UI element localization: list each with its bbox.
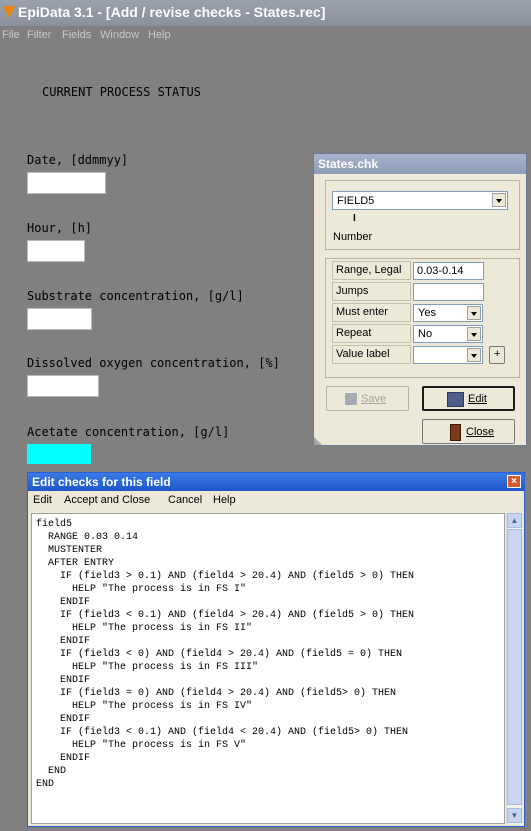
menu-filter[interactable]: Filter	[27, 29, 51, 41]
scroll-down-icon[interactable]: ▼	[507, 808, 522, 823]
form-heading: CURRENT PROCESS STATUS	[42, 85, 201, 99]
repeat-label: Repeat	[336, 327, 372, 339]
field-select-dropdown[interactable]: FIELD5	[332, 191, 508, 210]
jumps-label: Jumps	[336, 285, 369, 297]
acetate-input-active[interactable]	[27, 444, 91, 464]
chevron-down-icon[interactable]	[492, 193, 506, 207]
edit-document-icon	[447, 392, 464, 407]
field-type-marker: I	[353, 213, 356, 224]
value-label-label: Value label	[336, 348, 390, 360]
chevron-down-icon[interactable]	[467, 348, 481, 362]
chevron-down-icon[interactable]	[467, 306, 481, 320]
range-legal-value: 0.03-0.14	[417, 265, 464, 277]
app-title: EpiData 3.1 - [Add / revise checks - Sta…	[18, 4, 326, 20]
check-code-text[interactable]: field5 RANGE 0.03 0.14 MUSTENTER AFTER E…	[36, 518, 414, 791]
menu-file[interactable]: File	[2, 29, 20, 41]
save-label: Save	[361, 393, 387, 405]
states-chk-dialog: States.chk FIELD5 I Number Range, Legal …	[313, 153, 527, 446]
chk-dialog-title: States.chk	[318, 157, 379, 171]
edit-button[interactable]: Edit	[422, 386, 515, 411]
chevron-down-icon[interactable]	[467, 327, 481, 341]
epidata-app-icon[interactable]	[3, 6, 15, 18]
scroll-thumb[interactable]	[507, 529, 522, 805]
editor-vertical-scrollbar[interactable]: ▲ ▼	[506, 513, 522, 824]
plus-icon: +	[494, 348, 501, 360]
menu-accept-and-close[interactable]: Accept and Close	[64, 494, 150, 506]
resize-grip-icon[interactable]	[314, 437, 322, 445]
floppy-disk-icon	[345, 393, 357, 405]
value-label-select[interactable]	[413, 346, 483, 364]
field-type-label: Number	[333, 231, 373, 243]
edit-label: Edit	[468, 393, 487, 405]
menu-fields[interactable]: Fields	[62, 29, 91, 41]
must-enter-value: Yes	[418, 307, 436, 319]
edit-checks-window: Edit checks for this field × Edit Accept…	[27, 472, 525, 827]
menu-help[interactable]: Help	[213, 494, 236, 506]
dissolved-oxygen-input[interactable]	[27, 375, 99, 397]
door-icon	[450, 424, 461, 441]
date-input[interactable]	[27, 172, 106, 194]
check-code-editor[interactable]: field5 RANGE 0.03 0.14 MUSTENTER AFTER E…	[31, 513, 505, 824]
menu-edit[interactable]: Edit	[33, 494, 52, 506]
must-enter-label: Must enter	[336, 306, 388, 318]
field-select-value: FIELD5	[337, 195, 375, 207]
close-button[interactable]: Close	[422, 419, 515, 444]
field-label-substrate: Substrate concentration, [g/l]	[27, 289, 244, 303]
edit-window-title-bar[interactable]: Edit checks for this field ×	[28, 473, 524, 491]
substrate-input[interactable]	[27, 308, 92, 330]
field-label-date: Date, [ddmmyy]	[27, 153, 129, 167]
edit-window-title: Edit checks for this field	[32, 475, 171, 489]
menu-cancel[interactable]: Cancel	[168, 494, 202, 506]
app-title-bar[interactable]: EpiData 3.1 - [Add / revise checks - Sta…	[0, 0, 531, 26]
jumps-input[interactable]	[413, 283, 484, 301]
scroll-up-icon[interactable]: ▲	[507, 513, 522, 528]
main-menu-bar: File Filter Fields Window Help	[0, 26, 531, 46]
field-label-acetate: Acetate concentration, [g/l]	[27, 425, 230, 439]
close-label: Close	[466, 426, 495, 438]
range-legal-input[interactable]: 0.03-0.14	[413, 262, 484, 280]
close-icon[interactable]: ×	[507, 475, 521, 488]
range-legal-label: Range, Legal	[336, 264, 402, 276]
add-value-label-button[interactable]: +	[489, 346, 505, 364]
menu-window[interactable]: Window	[100, 29, 139, 41]
chk-dialog-title-bar[interactable]: States.chk	[314, 154, 526, 174]
save-button[interactable]: Save	[326, 386, 409, 411]
repeat-select[interactable]: No	[413, 325, 483, 343]
hour-input[interactable]	[27, 240, 85, 262]
field-label-hour: Hour, [h]	[27, 221, 93, 235]
edit-window-menu-bar: Edit Accept and Close Cancel Help	[28, 491, 524, 511]
must-enter-select[interactable]: Yes	[413, 304, 483, 322]
menu-help[interactable]: Help	[148, 29, 171, 41]
field-label-dissolved-oxygen: Dissolved oxygen concentration, [%]	[27, 356, 280, 370]
repeat-value: No	[418, 328, 433, 340]
